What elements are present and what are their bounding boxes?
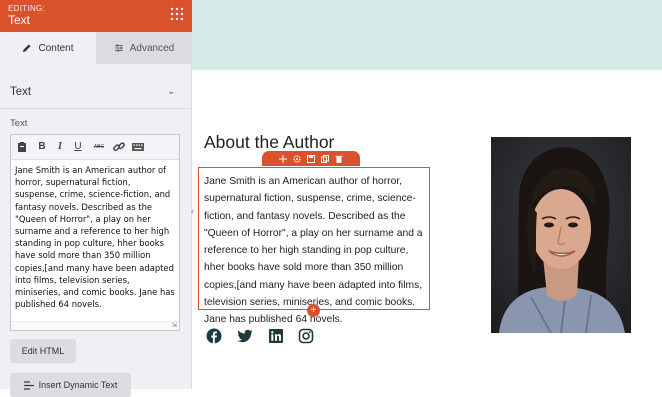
editor-statusbar: ⇲ bbox=[11, 321, 179, 330]
section-divider bbox=[0, 108, 192, 109]
sliders-icon bbox=[114, 44, 123, 52]
author-photo[interactable] bbox=[491, 137, 631, 333]
italic-icon[interactable]: I bbox=[53, 140, 67, 154]
header-banner bbox=[192, 0, 662, 70]
dynamic-text-icon bbox=[23, 380, 34, 390]
sidebar-tabs: Content Advanced bbox=[0, 32, 192, 64]
text-editor[interactable]: B I U ABC Jane Smith is an American auth… bbox=[10, 134, 180, 331]
resize-handle-icon[interactable]: ⇲ bbox=[171, 321, 177, 329]
editing-label: EDITING: bbox=[8, 4, 46, 13]
underline-icon[interactable]: U bbox=[71, 140, 85, 154]
tab-advanced[interactable]: Advanced bbox=[96, 32, 192, 64]
grid-dots-icon[interactable] bbox=[170, 7, 184, 21]
linkedin-icon[interactable] bbox=[268, 328, 284, 344]
save-icon[interactable] bbox=[307, 154, 315, 163]
duplicate-icon[interactable] bbox=[321, 154, 329, 163]
editor-content[interactable]: Jane Smith is an American author of horr… bbox=[15, 164, 175, 310]
edit-html-label: Edit HTML bbox=[21, 346, 65, 356]
move-icon[interactable] bbox=[279, 154, 287, 163]
pencil-icon bbox=[23, 44, 31, 52]
collapse-arrow-icon[interactable]: ‹ bbox=[191, 206, 194, 216]
bold-icon[interactable]: B bbox=[35, 140, 49, 154]
edit-html-button[interactable]: Edit HTML bbox=[10, 339, 76, 363]
facebook-icon[interactable] bbox=[206, 328, 222, 344]
block-toolbar bbox=[262, 151, 360, 166]
tab-advanced-label: Advanced bbox=[129, 42, 175, 54]
module-title: Text bbox=[8, 13, 31, 27]
instagram-icon[interactable] bbox=[298, 328, 314, 344]
keyboard-icon[interactable] bbox=[131, 140, 145, 154]
sidebar-header: EDITING: Text bbox=[0, 0, 192, 32]
delete-icon[interactable] bbox=[335, 155, 343, 163]
editor-toolbar: B I U ABC bbox=[11, 135, 179, 160]
field-label: Text bbox=[10, 118, 28, 129]
insert-dynamic-text-button[interactable]: Insert Dynamic Text bbox=[10, 373, 131, 397]
strikethrough-icon[interactable]: ABC bbox=[91, 140, 107, 154]
twitter-icon[interactable] bbox=[237, 328, 253, 344]
section-title[interactable]: Text bbox=[10, 86, 31, 98]
tab-content[interactable]: Content bbox=[0, 32, 96, 64]
settings-icon[interactable] bbox=[293, 154, 301, 163]
chevron-down-icon[interactable]: ⌄ bbox=[167, 86, 175, 97]
paste-icon[interactable] bbox=[15, 140, 29, 154]
editor-sidebar: EDITING: Text Content Advanced Text ⌄ Te… bbox=[0, 0, 192, 397]
tab-content-label: Content bbox=[38, 42, 74, 54]
add-module-button[interactable]: + bbox=[307, 304, 320, 317]
link-icon[interactable] bbox=[112, 140, 126, 154]
page-heading[interactable]: About the Author bbox=[204, 132, 334, 153]
